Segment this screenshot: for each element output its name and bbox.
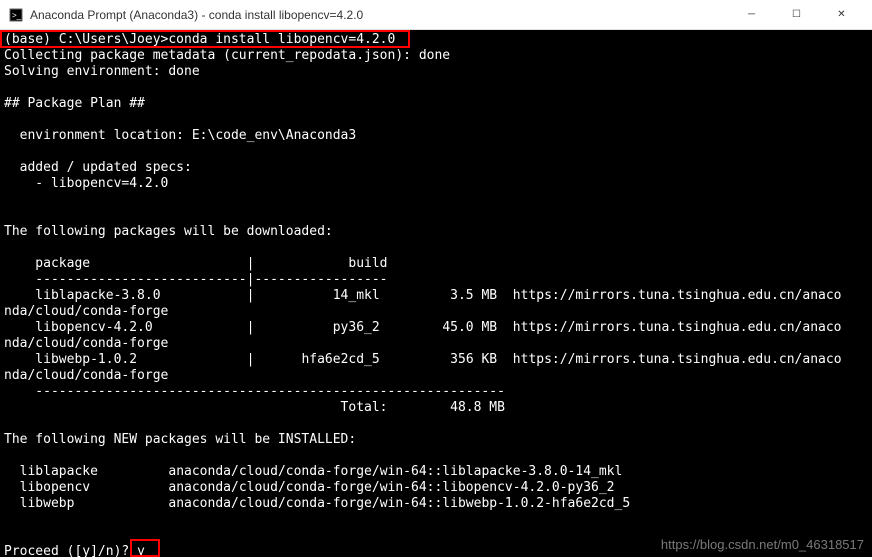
pkg-0-build: 14_mkl bbox=[333, 288, 380, 303]
added-specs-header: added / updated specs: bbox=[4, 160, 192, 175]
channel-1: nda/cloud/conda-forge bbox=[4, 336, 168, 351]
download-header: The following packages will be downloade… bbox=[4, 224, 333, 239]
input-highlight bbox=[130, 539, 160, 557]
col-package: package bbox=[4, 256, 90, 271]
plan-header: ## Package Plan ## bbox=[4, 96, 145, 111]
window-controls: ─ ☐ ✕ bbox=[729, 0, 864, 30]
pkg-2-size: 356 KB bbox=[450, 352, 497, 367]
install-0-spec: anaconda/cloud/conda-forge/win-64::libla… bbox=[168, 464, 622, 479]
title-bar: >_ Anaconda Prompt (Anaconda3) - conda i… bbox=[0, 0, 872, 30]
pkg-2-name: libwebp-1.0.2 bbox=[4, 352, 137, 367]
proceed-prompt: Proceed ([y]/n)? bbox=[4, 544, 129, 557]
pkg-0-name: liblapacke-3.8.0 bbox=[4, 288, 161, 303]
pkg-1-url: https://mirrors.tuna.tsinghua.edu.cn/ana… bbox=[513, 320, 842, 335]
install-0-name: liblapacke bbox=[4, 464, 98, 479]
install-2-spec: anaconda/cloud/conda-forge/win-64::libwe… bbox=[168, 496, 630, 511]
pkg-1-size: 45.0 MB bbox=[442, 320, 497, 335]
install-1-name: libopencv bbox=[4, 480, 90, 495]
pkg-2-build: hfa6e2cd_5 bbox=[301, 352, 379, 367]
collecting-line: Collecting package metadata (current_rep… bbox=[4, 48, 450, 63]
watermark: https://blog.csdn.net/m0_46318517 bbox=[661, 537, 864, 553]
channel-2: nda/cloud/conda-forge bbox=[4, 368, 168, 383]
app-icon: >_ bbox=[8, 7, 24, 23]
close-button[interactable]: ✕ bbox=[819, 0, 864, 30]
install-2-name: libwebp bbox=[4, 496, 74, 511]
pkg-1-name: libopencv-4.2.0 bbox=[4, 320, 153, 335]
total-size: 48.8 MB bbox=[450, 400, 505, 415]
window-title: Anaconda Prompt (Anaconda3) - conda inst… bbox=[30, 8, 729, 22]
minimize-button[interactable]: ─ bbox=[729, 0, 774, 30]
install-header: The following NEW packages will be INSTA… bbox=[4, 432, 356, 447]
env-location: environment location: E:\code_env\Anacon… bbox=[4, 128, 356, 143]
command-highlight bbox=[0, 30, 410, 48]
col-build: build bbox=[348, 256, 387, 271]
pkg-0-url: https://mirrors.tuna.tsinghua.edu.cn/ana… bbox=[513, 288, 842, 303]
pkg-1-build: py36_2 bbox=[333, 320, 380, 335]
channel-0: nda/cloud/conda-forge bbox=[4, 304, 168, 319]
svg-text:>_: >_ bbox=[12, 11, 22, 20]
maximize-button[interactable]: ☐ bbox=[774, 0, 819, 30]
total-label: Total: bbox=[341, 400, 388, 415]
pkg-0-size: 3.5 MB bbox=[450, 288, 497, 303]
added-specs: - libopencv=4.2.0 bbox=[4, 176, 168, 191]
solving-line: Solving environment: done bbox=[4, 64, 200, 79]
pkg-2-url: https://mirrors.tuna.tsinghua.edu.cn/ana… bbox=[513, 352, 842, 367]
terminal-content[interactable]: (base) C:\Users\Joey>conda install libop… bbox=[0, 30, 872, 557]
install-1-spec: anaconda/cloud/conda-forge/win-64::libop… bbox=[168, 480, 614, 495]
